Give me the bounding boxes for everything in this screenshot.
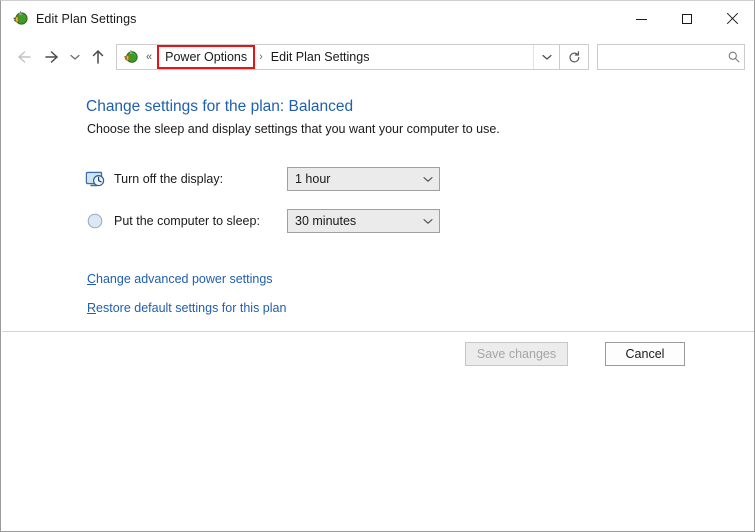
close-icon <box>726 13 738 25</box>
breadcrumb[interactable]: « Power Options › Edit Plan Settings <box>116 44 560 70</box>
link-change-advanced-power-settings[interactable]: Change advanced power settings <box>87 272 273 286</box>
maximize-icon <box>681 14 692 24</box>
close-button[interactable] <box>709 1 754 37</box>
window-title: Edit Plan Settings <box>36 12 137 26</box>
page-subtitle: Choose the sleep and display settings th… <box>87 122 500 136</box>
moon-sleep-icon <box>85 211 105 231</box>
chevron-down-icon[interactable] <box>417 168 439 190</box>
combo-put-computer-to-sleep[interactable]: 30 minutes <box>287 209 440 233</box>
save-changes-button[interactable]: Save changes <box>465 342 568 366</box>
breadcrumb-power-plug-icon <box>122 49 139 66</box>
breadcrumb-overflow-icon[interactable]: « <box>143 51 155 63</box>
link-accesskey: R <box>87 301 97 315</box>
search-icon[interactable] <box>724 45 744 69</box>
chevron-down-icon <box>541 54 552 60</box>
combo-value-turn-off-display: 1 hour <box>295 172 331 186</box>
chevron-down-icon[interactable] <box>417 210 439 232</box>
chevron-down-icon <box>70 54 80 60</box>
link-restore-default-settings[interactable]: Restore default settings for this plan <box>87 301 286 315</box>
minimize-button[interactable] <box>619 1 664 37</box>
setting-label-put-computer-to-sleep: Put the computer to sleep: <box>114 214 260 228</box>
link-accesskey: C <box>87 272 97 286</box>
recent-locations-button[interactable] <box>66 44 84 70</box>
setting-row-turn-off-display: Turn off the display: 1 hour <box>85 167 440 191</box>
footer-button-bar: Save changes Cancel <box>1 332 754 377</box>
breadcrumb-item-edit-plan-settings[interactable]: Edit Plan Settings <box>265 47 376 67</box>
up-arrow-icon <box>92 50 104 64</box>
address-dropdown-button[interactable] <box>533 45 559 69</box>
edit-plan-settings-window: Edit Plan Settings « Power Options › Edi… <box>0 0 755 532</box>
setting-row-put-computer-to-sleep: Put the computer to sleep: 30 minutes <box>85 209 440 233</box>
setting-label-turn-off-display: Turn off the display: <box>114 172 224 186</box>
refresh-icon <box>568 50 579 63</box>
search-input[interactable] <box>598 46 724 68</box>
breadcrumb-separator-icon: › <box>259 50 263 63</box>
refresh-button[interactable] <box>560 44 589 70</box>
forward-arrow-icon <box>45 51 58 63</box>
forward-button[interactable] <box>38 44 66 70</box>
titlebar: Edit Plan Settings <box>1 1 754 37</box>
titlebar-left: Edit Plan Settings <box>1 10 619 28</box>
content-panel: Change settings for the plan: Balanced C… <box>1 77 754 331</box>
search-box[interactable] <box>597 44 745 70</box>
display-clock-icon <box>85 169 105 189</box>
empty-lower-area <box>1 377 754 531</box>
maximize-button[interactable] <box>664 1 709 37</box>
link-text: estore default settings for this plan <box>96 301 287 315</box>
minimize-icon <box>636 18 647 20</box>
combo-turn-off-display[interactable]: 1 hour <box>287 167 440 191</box>
window-controls <box>619 1 754 37</box>
combo-value-put-computer-to-sleep: 30 minutes <box>295 214 357 228</box>
power-plug-icon <box>11 10 29 28</box>
link-text: hange advanced power settings <box>96 272 273 286</box>
cancel-button[interactable]: Cancel <box>605 342 685 366</box>
page-title: Change settings for the plan: Balanced <box>86 98 354 115</box>
breadcrumb-item-power-options[interactable]: Power Options <box>157 45 256 69</box>
back-button[interactable] <box>10 44 38 70</box>
back-arrow-icon <box>18 51 31 63</box>
up-button[interactable] <box>84 44 112 70</box>
navigation-bar: « Power Options › Edit Plan Settings <box>1 37 754 77</box>
